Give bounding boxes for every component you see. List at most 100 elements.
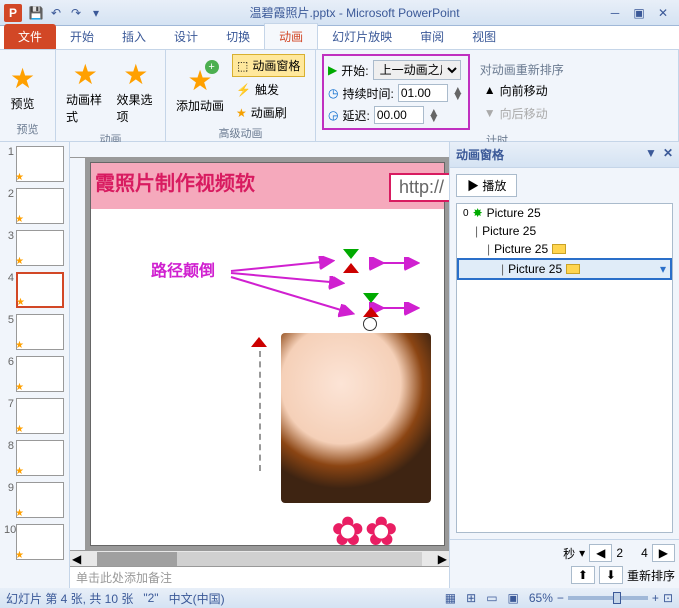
slide-photo[interactable] — [281, 333, 431, 503]
status-lang: 中文(中国) — [169, 590, 225, 607]
spinner[interactable]: ▲▼ — [452, 87, 464, 99]
zoom-out[interactable]: − — [557, 591, 564, 605]
play-button[interactable]: ▶ 播放 — [456, 174, 517, 197]
seconds-label: 秒 — [563, 545, 575, 562]
group-advanced: 高级动画 — [172, 123, 309, 141]
window-title: 温碧霞照片.pptx - Microsoft PowerPoint — [106, 4, 603, 21]
tab-design[interactable]: 设计 — [160, 24, 212, 49]
move-earlier[interactable]: ▲向前移动 — [480, 80, 564, 101]
start-select[interactable]: 上一动画之后 — [373, 60, 461, 80]
animation-styles[interactable]: ★动画样式 — [62, 54, 109, 129]
minimize-button[interactable]: ─ — [603, 4, 627, 22]
status-theme: "2" — [143, 591, 158, 605]
path-line — [259, 351, 261, 471]
reorder-label: 对动画重新排序 — [480, 61, 564, 78]
brush-icon: ★ — [236, 106, 247, 120]
group-preview: 预览 — [6, 119, 49, 137]
bolt-icon: ⚡ — [236, 83, 251, 97]
effect-options[interactable]: ★效果选项 — [113, 54, 160, 129]
preview-button[interactable]: ★预览 — [6, 54, 39, 119]
timeline-right[interactable]: ▶ — [652, 544, 675, 562]
animation-item[interactable]: |Picture 25 — [457, 222, 672, 240]
qat-undo[interactable]: ↶ — [46, 3, 66, 23]
tab-home[interactable]: 开始 — [56, 24, 108, 49]
star-plus-icon: ★ — [187, 64, 212, 97]
path-marker-green[interactable] — [343, 249, 359, 259]
zoom-in[interactable]: + — [652, 591, 659, 605]
path-marker-red[interactable] — [251, 337, 267, 347]
reorder-label: 重新排序 — [627, 567, 675, 584]
path-marker-green[interactable] — [363, 293, 379, 303]
animation-item[interactable]: |Picture 25▾ — [457, 258, 672, 280]
thumbnail-1[interactable]: ★ — [16, 146, 64, 182]
clock-icon: ◶ — [328, 108, 338, 122]
seconds-dropdown[interactable]: ▾ — [579, 546, 585, 560]
reorder-down[interactable]: ⬇ — [599, 566, 623, 584]
move-later[interactable]: ▼向后移动 — [480, 103, 564, 124]
clock-icon: ◷ — [328, 86, 338, 100]
thumbnail-4[interactable]: ★ — [16, 272, 64, 308]
tab-review[interactable]: 审阅 — [406, 24, 458, 49]
spinner[interactable]: ▲▼ — [428, 109, 440, 121]
preview-icon: ★ — [10, 62, 35, 95]
reorder-up[interactable]: ⬆ — [571, 566, 595, 584]
thumbnail-7[interactable]: ★ — [16, 398, 64, 434]
thumbnail-3[interactable]: ★ — [16, 230, 64, 266]
notes-pane[interactable]: 单击此处添加备注 — [70, 566, 449, 588]
pane-dropdown[interactable]: ▼ — [645, 146, 657, 163]
qat-redo[interactable]: ↷ — [66, 3, 86, 23]
pane-title: 动画窗格 — [456, 146, 504, 163]
animation-list[interactable]: 0✸Picture 25|Picture 25|Picture 25|Pictu… — [456, 203, 673, 533]
delay-input[interactable] — [374, 106, 424, 124]
thumbnail-panel[interactable]: 1★2★3★4★5★6★7★8★9★10★ — [0, 142, 70, 588]
thumbnail-2[interactable]: ★ — [16, 188, 64, 224]
status-slide: 幻灯片 第 4 张, 共 10 张 — [6, 590, 133, 607]
tab-view[interactable]: 视图 — [458, 24, 510, 49]
scrollbar-horizontal[interactable]: ◀▶ — [70, 550, 449, 566]
zoom-fit[interactable]: ⊡ — [663, 591, 673, 605]
slide-canvas[interactable]: 霞照片制作视频软 http:// 路径颠倒 — [90, 162, 445, 546]
star-icon: ★ — [73, 58, 98, 91]
maximize-button[interactable]: ▣ — [627, 4, 651, 22]
tab-animations[interactable]: 动画 — [264, 23, 318, 49]
close-button[interactable]: ✕ — [651, 4, 675, 22]
qat-save[interactable]: 💾 — [26, 3, 46, 23]
tab-insert[interactable]: 插入 — [108, 24, 160, 49]
thumbnail-10[interactable]: ★ — [16, 524, 64, 560]
qat-more[interactable]: ▾ — [86, 3, 106, 23]
slide-banner: 霞照片制作视频软 http:// — [91, 163, 444, 209]
trigger-button[interactable]: ⚡触发 — [232, 79, 305, 100]
ruler-horizontal — [70, 142, 449, 158]
path-marker-red[interactable] — [343, 263, 359, 273]
thumbnail-5[interactable]: ★ — [16, 314, 64, 350]
animation-pane-button[interactable]: ⬚动画窗格 — [232, 54, 305, 77]
tab-transitions[interactable]: 切换 — [212, 24, 264, 49]
pane-close[interactable]: ✕ — [663, 146, 673, 163]
thumbnail-8[interactable]: ★ — [16, 440, 64, 476]
zoom-slider[interactable] — [568, 596, 648, 600]
zoom-value: 65% — [529, 591, 553, 605]
ruler-vertical — [70, 158, 86, 550]
timeline-left[interactable]: ◀ — [589, 544, 612, 562]
thumbnail-6[interactable]: ★ — [16, 356, 64, 392]
view-normal-icon[interactable]: ▦ — [445, 591, 456, 605]
view-slideshow-icon[interactable]: ▣ — [508, 591, 519, 605]
animation-item[interactable]: 0✸Picture 25 — [457, 204, 672, 222]
app-icon: P — [4, 4, 22, 22]
flower-decoration: ✿✿ — [331, 509, 398, 555]
path-handle[interactable] — [363, 317, 377, 331]
timing-highlight: ▶开始:上一动画之后 ◷持续时间:▲▼ ◶延迟:▲▼ — [322, 54, 470, 130]
annotation-arrows — [221, 253, 421, 333]
view-sorter-icon[interactable]: ⊞ — [466, 591, 476, 605]
tab-slideshow[interactable]: 幻灯片放映 — [318, 24, 406, 49]
view-reading-icon[interactable]: ▭ — [486, 591, 497, 605]
thumbnail-9[interactable]: ★ — [16, 482, 64, 518]
duration-input[interactable] — [398, 84, 448, 102]
tab-file[interactable]: 文件 — [4, 24, 56, 49]
path-marker-red[interactable] — [363, 307, 379, 317]
animation-item[interactable]: |Picture 25 — [457, 240, 672, 258]
url-box: http:// — [389, 173, 449, 202]
animation-painter[interactable]: ★动画刷 — [232, 102, 305, 123]
add-animation[interactable]: ★添加动画 — [172, 54, 228, 123]
annotation-text: 路径颠倒 — [151, 257, 215, 281]
